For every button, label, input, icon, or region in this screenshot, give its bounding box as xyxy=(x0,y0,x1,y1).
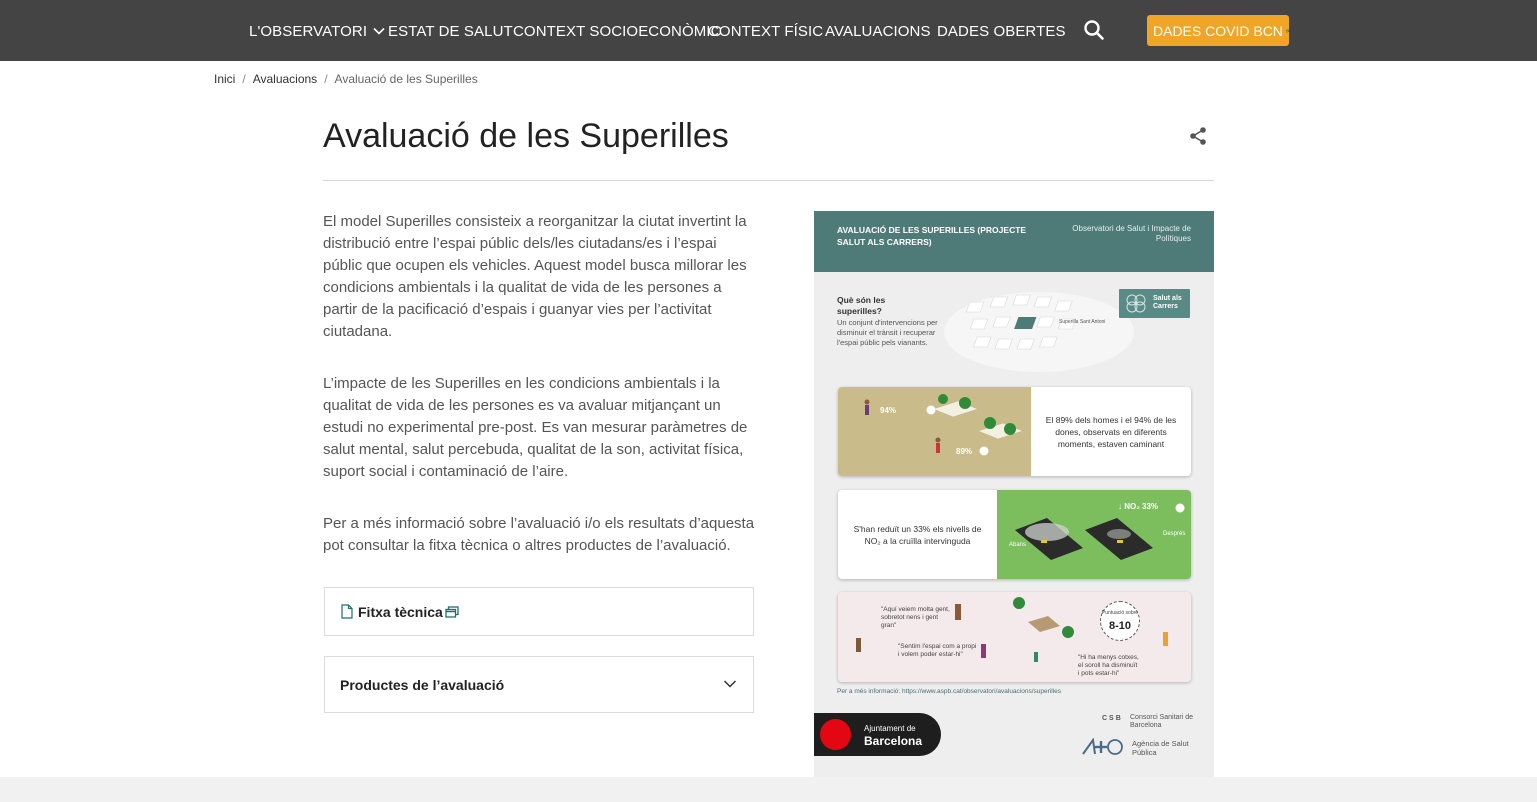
covid-data-button[interactable]: DADES COVID BCN xyxy=(1147,15,1289,46)
fitxa-tecnica-label: Fitxa tècnica xyxy=(358,603,443,620)
walking-stats-text: El 89% dels homes i el 94% de les dones,… xyxy=(1045,414,1177,449)
nav-item-estat-de-salut[interactable]: ESTAT DE SALUT xyxy=(388,21,513,41)
badge-label: Salut als Carrers xyxy=(1153,295,1182,310)
no2-illustration-panel: ↓ NO₂ 33% Abans Després xyxy=(997,490,1191,579)
breadcrumb: Inici / Avaluacions / Avaluació de les S… xyxy=(214,72,478,86)
productes-accordion[interactable]: Productes de l’avaluació xyxy=(324,656,754,713)
roads-illustration xyxy=(1015,503,1185,560)
intro-paragraph: El model Superilles consisteix a reorgan… xyxy=(323,213,747,340)
chevron-down-icon xyxy=(723,680,737,688)
nav-item-context-socioeconomic[interactable]: CONTEXT SOCIOECONÒMIC xyxy=(513,21,722,41)
nav-item-label: CONTEXT FÍSIC xyxy=(708,22,824,40)
nav-item-context-fisic[interactable]: CONTEXT FÍSIC xyxy=(708,21,823,41)
nav-item-label: ESTAT DE SALUT xyxy=(388,22,513,40)
superilles-infographic: AVALUACIÓ DE LES SUPERILLES (PROJECTE SA… xyxy=(814,211,1214,777)
impact-paragraph: L’impacte de les Superilles en les condi… xyxy=(323,375,748,480)
covid-button-label: DADES COVID BCN xyxy=(1153,22,1283,39)
social-perception-card: "Aquí veiem molta gent, sobretot nens i … xyxy=(838,592,1191,682)
quote-3: "Hi ha menys cotxes, el soroll ha dismin… xyxy=(1078,654,1139,677)
breadcrumb-current: Avaluació de les Superilles xyxy=(334,72,478,86)
score-value: 8-10 xyxy=(1108,620,1132,632)
nav-item-observatori[interactable]: L'OBSERVATORI xyxy=(249,21,385,41)
page-title: Avaluació de les Superilles xyxy=(323,117,729,155)
quote-2: "Sentim l'espai com a propi i volem pode… xyxy=(898,643,977,658)
productes-accordion-label: Productes de l’avaluació xyxy=(340,676,505,693)
barcelona-label: Barcelona xyxy=(864,734,923,748)
external-window-icon xyxy=(445,605,459,618)
title-divider xyxy=(323,180,1214,181)
salut-als-carrers-badge: Salut als Carrers xyxy=(1119,289,1190,318)
infographic-organization: Observatori de Salut i Impacte de Políti… xyxy=(1072,224,1191,243)
women-walking-percentage: 94% xyxy=(880,406,897,415)
barcelona-shield-icon xyxy=(820,719,851,750)
no2-reduction-text: S'han reduït un 33% els nivells de NO₂ a… xyxy=(853,523,982,546)
infographic-more-info: Per a més informació: https://www.aspb.c… xyxy=(837,688,1061,695)
walking-stats-card: 94% 89% El 89% dels homes i el 94% de le… xyxy=(838,387,1191,476)
nav-item-label: DADES OBERTES xyxy=(937,22,1066,40)
infographic-title: AVALUACIÓ DE LES SUPERILLES (PROJECTE SA… xyxy=(837,225,1027,247)
breadcrumb-separator: / xyxy=(324,72,328,86)
infographic-question: Què són les superilles? xyxy=(837,295,886,316)
breadcrumb-home-link[interactable]: Inici xyxy=(214,72,235,86)
breadcrumb-avaluacions-link[interactable]: Avaluacions xyxy=(253,72,318,86)
superilla-map-illustration: Superilla Sant Antoni xyxy=(944,292,1134,372)
nav-item-avaluacions[interactable]: AVALUACIONS xyxy=(825,21,931,41)
quote-1: "Aquí veiem molta gent, sobretot nens i … xyxy=(881,606,950,629)
map-label: Superilla Sant Antoni xyxy=(1059,319,1105,325)
men-walking-percentage: 89% xyxy=(956,447,973,456)
infographic-header: AVALUACIÓ DE LES SUPERILLES (PROJECTE SA… xyxy=(814,211,1214,272)
ajuntament-label: Ajuntament de xyxy=(864,724,916,733)
after-label: Després xyxy=(1163,531,1186,537)
search-icon[interactable] xyxy=(1083,19,1105,41)
top-navigation-bar: L'OBSERVATORI ESTAT DE SALUT CONTEXT SOC… xyxy=(0,0,1537,61)
external-window-icon xyxy=(1285,29,1289,32)
no2-reduction-percentage: ↓ NO₂ 33% xyxy=(1118,502,1159,511)
badge-logo-icon xyxy=(1126,294,1146,313)
aspb-mark-icon xyxy=(1082,738,1123,755)
score-label: Puntuació sobre xyxy=(1101,610,1139,616)
pedestrians-illustration xyxy=(864,394,1024,456)
more-info-paragraph: Per a més informació sobre l’avaluació i… xyxy=(323,515,755,554)
nav-item-dades-obertes[interactable]: DADES OBERTES xyxy=(937,21,1066,41)
fitxa-tecnica-link[interactable]: Fitxa tècnica xyxy=(324,587,754,636)
document-icon xyxy=(341,604,353,619)
no2-reduction-card: S'han reduït un 33% els nivells de NO₂ a… xyxy=(838,490,1191,579)
nav-item-label: AVALUACIONS xyxy=(825,22,931,40)
ajuntament-barcelona-logo: Ajuntament de Barcelona xyxy=(814,713,941,756)
infographic-question-description: Un conjunt d'intervencions per disminuir… xyxy=(837,318,938,347)
csb-name: Consorci Sanitari de Barcelona xyxy=(1130,714,1194,729)
score-badge: Puntuació sobre 8-10 xyxy=(1100,601,1140,641)
nav-item-label: CONTEXT SOCIOECONÒMIC xyxy=(513,22,722,40)
before-label: Abans xyxy=(1009,542,1027,548)
walking-illustration: 94% 89% xyxy=(838,387,1031,476)
nav-item-label: L'OBSERVATORI xyxy=(249,22,368,40)
share-icon[interactable] xyxy=(1188,126,1208,146)
chevron-down-icon xyxy=(373,27,385,35)
aspb-name: Agència de Salut Pública xyxy=(1132,739,1189,757)
csb-abbreviation: CSB xyxy=(1102,715,1123,722)
breadcrumb-separator: / xyxy=(242,72,246,86)
footer-band xyxy=(0,777,1537,802)
